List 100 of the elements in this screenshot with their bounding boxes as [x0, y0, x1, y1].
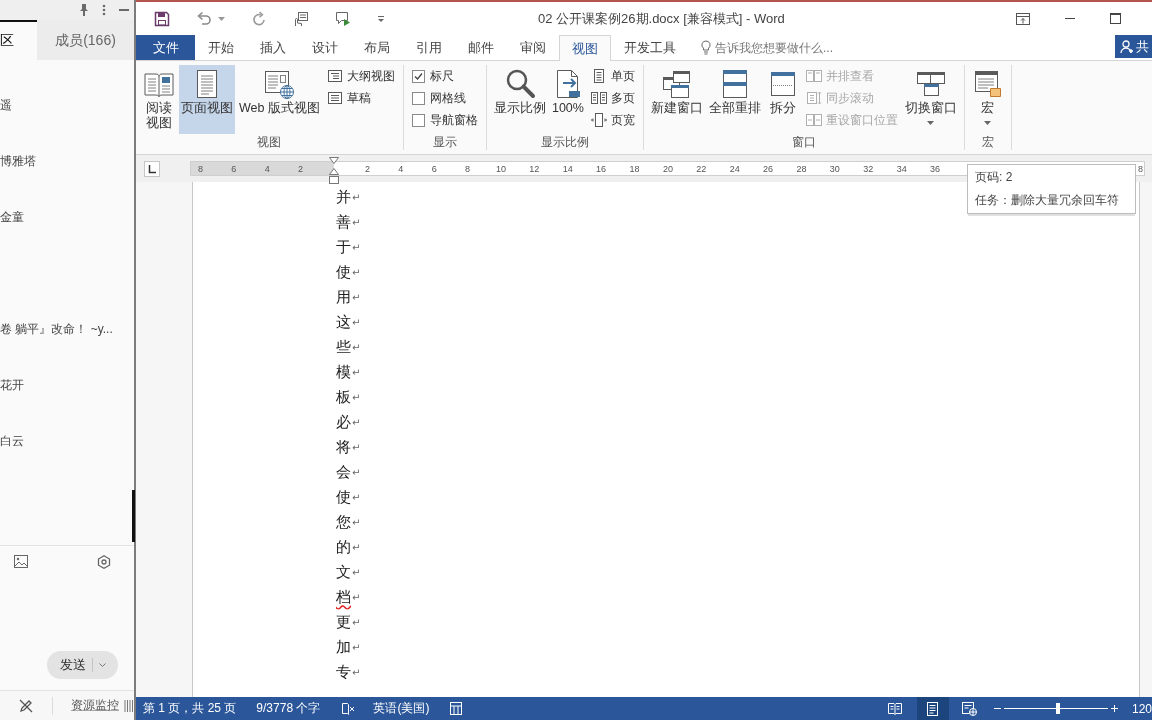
panel-tab[interactable]: 成员(166): [37, 20, 134, 60]
paragraph-mark: ↵: [352, 567, 361, 578]
ribbon-tab[interactable]: 开始: [195, 35, 247, 60]
indent-marker-icon[interactable]: [329, 157, 339, 184]
ribbon-button[interactable]: 全部重排: [706, 65, 763, 134]
paragraph-text: 并: [336, 188, 351, 207]
plus-icon[interactable]: [1110, 705, 1118, 712]
ruler-number: 6: [231, 163, 237, 174]
ruler-number: 14: [562, 163, 573, 174]
book-x-icon[interactable]: [341, 701, 356, 716]
pin-icon[interactable]: [79, 4, 89, 16]
member-name[interactable]: 花开: [0, 376, 24, 394]
paragraph-text: 这: [336, 313, 351, 332]
ruler-number: 12: [529, 163, 540, 174]
checkbox-label[interactable]: 网格线: [429, 89, 466, 107]
ribbon-tab[interactable]: 邮件: [455, 35, 507, 60]
ribbon-tab[interactable]: 审阅: [507, 35, 559, 60]
ribbon-button[interactable]: 页面视图: [179, 65, 235, 134]
word-count[interactable]: 9/3778 个字: [256, 700, 321, 717]
caret-icon: [99, 663, 106, 667]
bars-icon[interactable]: [124, 699, 134, 712]
ruler-number: 36: [930, 163, 941, 174]
caret-icon[interactable]: [218, 16, 225, 21]
member-name[interactable]: 金童: [0, 208, 24, 226]
ruler-number: 30: [829, 163, 840, 174]
member-name[interactable]: 白云: [0, 432, 24, 450]
ribbon-button[interactable]: 阅读视图: [141, 65, 177, 134]
checkbox-label[interactable]: 标尺: [429, 67, 454, 85]
group-label: 窗口: [791, 134, 816, 150]
paragraph-mark: ↵: [352, 592, 361, 603]
checkbox[interactable]: [411, 113, 425, 127]
touch-mode-icon[interactable]: [293, 10, 309, 27]
paragraph-mark: ↵: [352, 442, 361, 453]
language-button[interactable]: 英语(美国): [373, 700, 430, 717]
ruler-number: 22: [696, 163, 707, 174]
paragraph-text: 使: [336, 263, 351, 282]
ribbon-button[interactable]: 切换窗口: [902, 65, 959, 134]
paragraph-mark: ↵: [352, 367, 361, 378]
image-icon[interactable]: [14, 555, 28, 568]
tab-selector-icon[interactable]: [144, 160, 160, 177]
paragraph-mark: ↵: [352, 642, 361, 653]
view-button[interactable]: [916, 697, 949, 720]
person-add-icon: [1120, 39, 1134, 54]
zoom-level[interactable]: 120: [1131, 701, 1152, 716]
ribbon-tab[interactable]: 设计: [299, 35, 351, 60]
caret-icon: [984, 121, 992, 125]
maximize-icon[interactable]: [1110, 13, 1121, 24]
customize-icon[interactable]: [377, 14, 385, 23]
paragraph-text: 的: [336, 538, 351, 557]
ribbon-button[interactable]: 大纲视图: [323, 65, 398, 87]
member-name[interactable]: 卷 躺平』改命！ ~y...: [0, 320, 113, 338]
ribbon-button[interactable]: 显示比例: [491, 65, 548, 134]
ribbon-button[interactable]: 页宽: [587, 109, 638, 131]
group-label: 宏: [981, 134, 994, 150]
more-icon[interactable]: [102, 4, 106, 16]
zoom-slider-thumb[interactable]: [1056, 703, 1061, 714]
scrollbar-thumb[interactable]: [132, 490, 135, 542]
checkbox-label[interactable]: 导航窗格: [429, 111, 478, 129]
ribbon-button[interactable]: Web 版式视图: [237, 65, 322, 134]
reset-windows-icon: [805, 112, 822, 128]
hexagon-icon[interactable]: [97, 554, 111, 569]
paragraph-text: 些: [336, 338, 351, 357]
ribbon-button[interactable]: 单页: [587, 65, 638, 87]
grid-sheet-icon[interactable]: [450, 702, 463, 715]
member-name[interactable]: 博雅塔: [0, 152, 36, 170]
file-tab[interactable]: 文件: [136, 35, 195, 60]
send-button[interactable]: 发送: [47, 651, 118, 679]
ruler-number: 2: [364, 163, 370, 174]
group-label: 显示: [432, 134, 457, 150]
ribbon-tab[interactable]: 开发工具: [611, 35, 689, 60]
ribbon-options-icon[interactable]: [1016, 12, 1030, 25]
tell-me-field[interactable]: 告诉我您想要做什么...: [715, 40, 865, 55]
page-icon: [925, 701, 941, 716]
share-button[interactable]: 共: [1115, 35, 1152, 58]
member-name[interactable]: 遥: [0, 96, 12, 114]
resource-monitor-link[interactable]: 资源监控: [71, 697, 119, 714]
ribbon-button[interactable]: 新建窗口: [648, 65, 705, 134]
ribbon-tab[interactable]: 引用: [403, 35, 455, 60]
paragraph-mark: ↵: [352, 667, 361, 678]
checkbox[interactable]: [411, 91, 425, 105]
ribbon-tab[interactable]: 布局: [351, 35, 403, 60]
page-count[interactable]: 第 1 页，共 25 页: [143, 700, 237, 717]
checkbox[interactable]: [411, 69, 425, 83]
ribbon-tab[interactable]: 插入: [247, 35, 299, 60]
minus-icon[interactable]: [993, 708, 1001, 709]
save-icon[interactable]: [154, 10, 170, 27]
pen-slash-icon[interactable]: [19, 698, 33, 713]
ribbon-button[interactable]: 草稿: [323, 87, 398, 109]
undo-icon[interactable]: [196, 10, 212, 27]
paragraph-text: 板: [336, 388, 351, 407]
paragraph-text: 文: [336, 563, 351, 582]
ribbon-tab[interactable]: 视图: [559, 35, 611, 61]
paragraph-mark: ↵: [352, 242, 361, 253]
redo-icon[interactable]: [251, 10, 267, 27]
ribbon-button[interactable]: 拆分: [764, 65, 801, 134]
ribbon-button[interactable]: 宏: [969, 65, 1006, 134]
ruler-number: 8: [1138, 163, 1143, 174]
ribbon-button[interactable]: 多页: [587, 87, 638, 109]
speech-bubble-icon[interactable]: [335, 10, 351, 27]
ribbon-button[interactable]: 100%: [549, 65, 586, 134]
